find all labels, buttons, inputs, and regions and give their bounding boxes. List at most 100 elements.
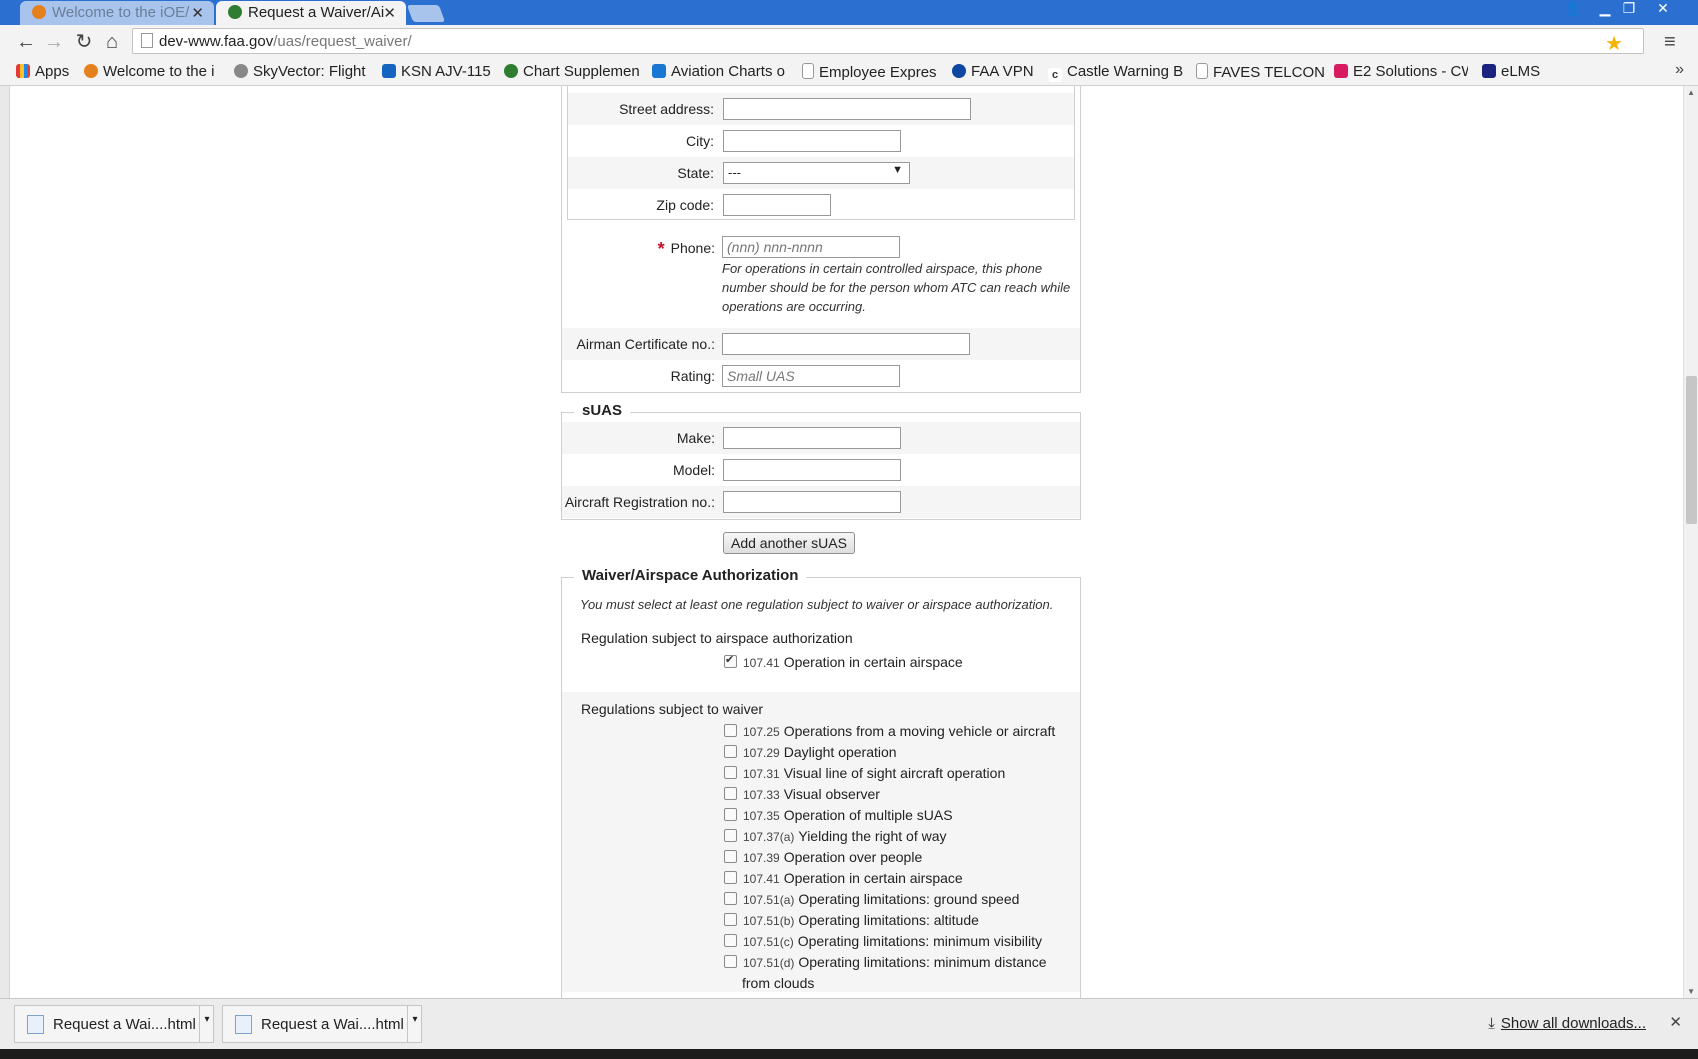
checkbox-waiver-107-33[interactable]: 107.33 Visual observer [724, 786, 880, 802]
checkbox-waiver-107-25[interactable]: 107.25 Operations from a moving vehicle o… [724, 723, 1055, 739]
download-item[interactable]: Request a Wai....html ▾ [14, 1005, 214, 1043]
title-bar: Welcome to the iOE/ ✕ Request a Waiver/A… [0, 0, 1698, 25]
back-arrow-icon[interactable]: ← [14, 30, 38, 54]
state-select[interactable]: --- ▼ [723, 162, 910, 184]
airman-cert-label: Airman Certificate no.: [576, 336, 716, 352]
address-bar[interactable]: dev-www.faa.gov/uas/request_waiver/ ★ [132, 28, 1644, 56]
checkbox[interactable] [724, 829, 737, 842]
checkbox[interactable] [724, 913, 737, 926]
rating-label: Rating: [670, 368, 715, 384]
menu-hamburger-icon[interactable]: ≡ [1664, 31, 1676, 54]
mailing-address-fieldset: Street address: City: State: --- ▼ Zip c… [567, 86, 1075, 220]
checkbox-waiver-107-29[interactable]: 107.29 Daylight operation [724, 744, 897, 760]
bookmark-e2-solutions[interactable]: E2 Solutions - CW [1334, 63, 1468, 80]
show-all-downloads-link[interactable]: ⤓ Show all downloads... [1488, 1015, 1646, 1032]
city-label: City: [686, 133, 714, 149]
download-item[interactable]: Request a Wai....html ▾ [222, 1005, 422, 1043]
bookmark-star-icon[interactable]: ★ [1605, 31, 1623, 56]
checkbox[interactable] [724, 934, 737, 947]
checkbox[interactable] [724, 955, 737, 968]
checkbox[interactable] [724, 850, 737, 863]
close-icon[interactable]: ✕ [1669, 1013, 1682, 1031]
make-row: Make: [562, 422, 1080, 454]
checkbox[interactable] [724, 808, 737, 821]
checkbox[interactable] [724, 766, 737, 779]
checkbox-waiver-107-51d[interactable]: 107.51(d) Operating limitations: minimum … [724, 954, 1047, 970]
bookmark-employee-express[interactable]: Employee Expres [802, 63, 940, 81]
download-arrow-icon: ⤓ [1488, 1015, 1495, 1032]
left-edge-strip [0, 86, 10, 998]
checkbox-waiver-107-51a[interactable]: 107.51(a) Operating limitations: ground s… [724, 891, 1019, 907]
waiver-legend: Waiver/Airspace Authorization [574, 567, 807, 584]
checkbox-waiver-107-51b[interactable]: 107.51(b) Operating limitations: altitude [724, 912, 979, 928]
checkbox[interactable] [724, 745, 737, 758]
bookmarks-overflow-icon[interactable]: » [1675, 61, 1684, 79]
checkbox-airspace-107-41[interactable]: 107.41Operation in certain airspace [724, 653, 963, 670]
checkbox-waiver-107-31[interactable]: 107.31 Visual line of sight aircraft oper… [724, 765, 1005, 781]
page-icon [141, 33, 153, 48]
faa-seal-icon [504, 64, 518, 78]
model-row: Model: [562, 454, 1080, 486]
checkbox[interactable] [724, 724, 737, 737]
phone-input[interactable] [722, 236, 900, 258]
user-profile-icon[interactable]: 👤 [1562, 0, 1584, 18]
chevron-down-icon[interactable]: ▾ [407, 1005, 422, 1043]
download-bar: Request a Wai....html ▾ Request a Wai...… [0, 998, 1698, 1049]
reload-icon[interactable]: ↻ [72, 30, 96, 54]
vpn-icon [952, 64, 966, 78]
bookmark-faa-vpn[interactable]: FAA VPN [952, 63, 1052, 80]
waiver-section: Regulations subject to waiver 107.25 Oper… [562, 692, 1080, 992]
bookmark-skyvector[interactable]: SkyVector: Flight [234, 63, 366, 80]
bookmark-ksn[interactable]: KSN AJV-115 [382, 63, 494, 80]
checkbox-waiver-107-37a[interactable]: 107.37(a) Yielding the right of way [724, 828, 947, 844]
checkbox-waiver-107-41[interactable]: 107.41 Operation in certain airspace [724, 870, 963, 886]
street-address-input[interactable] [723, 98, 971, 120]
checkbox[interactable] [724, 871, 737, 884]
scroll-down-icon[interactable]: ▼ [1687, 987, 1695, 996]
bookmark-aviation-charts[interactable]: Aviation Charts o [652, 63, 788, 80]
tab-request-waiver[interactable]: Request a Waiver/Ai ✕ [216, 1, 406, 25]
forward-arrow-icon[interactable]: → [42, 30, 66, 54]
suas-legend: sUAS [574, 402, 631, 419]
bookmark-castle-warning[interactable]: c Castle Warning B [1048, 63, 1184, 82]
aircraft-registration-input[interactable] [723, 491, 901, 513]
checkbox[interactable] [724, 892, 737, 905]
checkbox[interactable] [724, 653, 737, 668]
bookmark-apps[interactable]: Apps [16, 63, 69, 80]
waiver-fieldset: Waiver/Airspace Authorization You must s… [561, 567, 1081, 998]
close-tab-icon[interactable]: ✕ [191, 4, 204, 22]
faa-icon [1482, 64, 1496, 78]
vertical-scrollbar[interactable]: ▲ ▼ [1683, 86, 1698, 998]
e2-icon [1334, 64, 1348, 78]
scrollbar-thumb[interactable] [1686, 376, 1697, 524]
add-another-suas-button[interactable]: Add another sUAS [723, 532, 855, 554]
bookmark-faves-telcon[interactable]: FAVES TELCON [1196, 63, 1326, 81]
checkbox-waiver-107-35[interactable]: 107.35 Operation of multiple sUAS [724, 807, 953, 823]
zip-label: Zip code: [656, 197, 714, 213]
zip-code-input[interactable] [723, 194, 831, 216]
page-icon [802, 63, 814, 79]
close-tab-icon[interactable]: ✕ [383, 4, 396, 22]
bookmark-chart-supplement[interactable]: Chart Supplemen [504, 63, 640, 80]
close-window-icon[interactable]: ✕ [1652, 0, 1674, 18]
checkbox[interactable] [724, 787, 737, 800]
rating-input[interactable] [722, 365, 900, 387]
city-input[interactable] [723, 130, 901, 152]
scroll-up-icon[interactable]: ▲ [1687, 88, 1695, 97]
minimize-icon[interactable]: ▁ [1594, 0, 1616, 18]
bookmark-welcome[interactable]: Welcome to the i [84, 63, 216, 80]
restore-icon[interactable]: ❐ [1618, 0, 1640, 18]
chevron-down-icon[interactable]: ▾ [199, 1005, 214, 1043]
bookmark-elms[interactable]: eLMS [1482, 63, 1562, 80]
airman-certificate-input[interactable] [722, 333, 970, 355]
registration-row: Aircraft Registration no.: [562, 486, 1080, 518]
home-icon[interactable]: ⌂ [100, 30, 124, 54]
tab-welcome-ioe[interactable]: Welcome to the iOE/ ✕ [20, 1, 214, 25]
checkbox-waiver-107-39[interactable]: 107.39 Operation over people [724, 849, 922, 865]
make-input[interactable] [723, 427, 901, 449]
checkbox-waiver-107-51c[interactable]: 107.51(c) Operating limitations: minimum … [724, 933, 1042, 949]
suas-fieldset: sUAS Make: Model: Aircraft Registration … [561, 402, 1081, 520]
new-tab-button[interactable] [406, 5, 446, 22]
model-input[interactable] [723, 459, 901, 481]
phone-label: * Phone: [657, 239, 715, 259]
